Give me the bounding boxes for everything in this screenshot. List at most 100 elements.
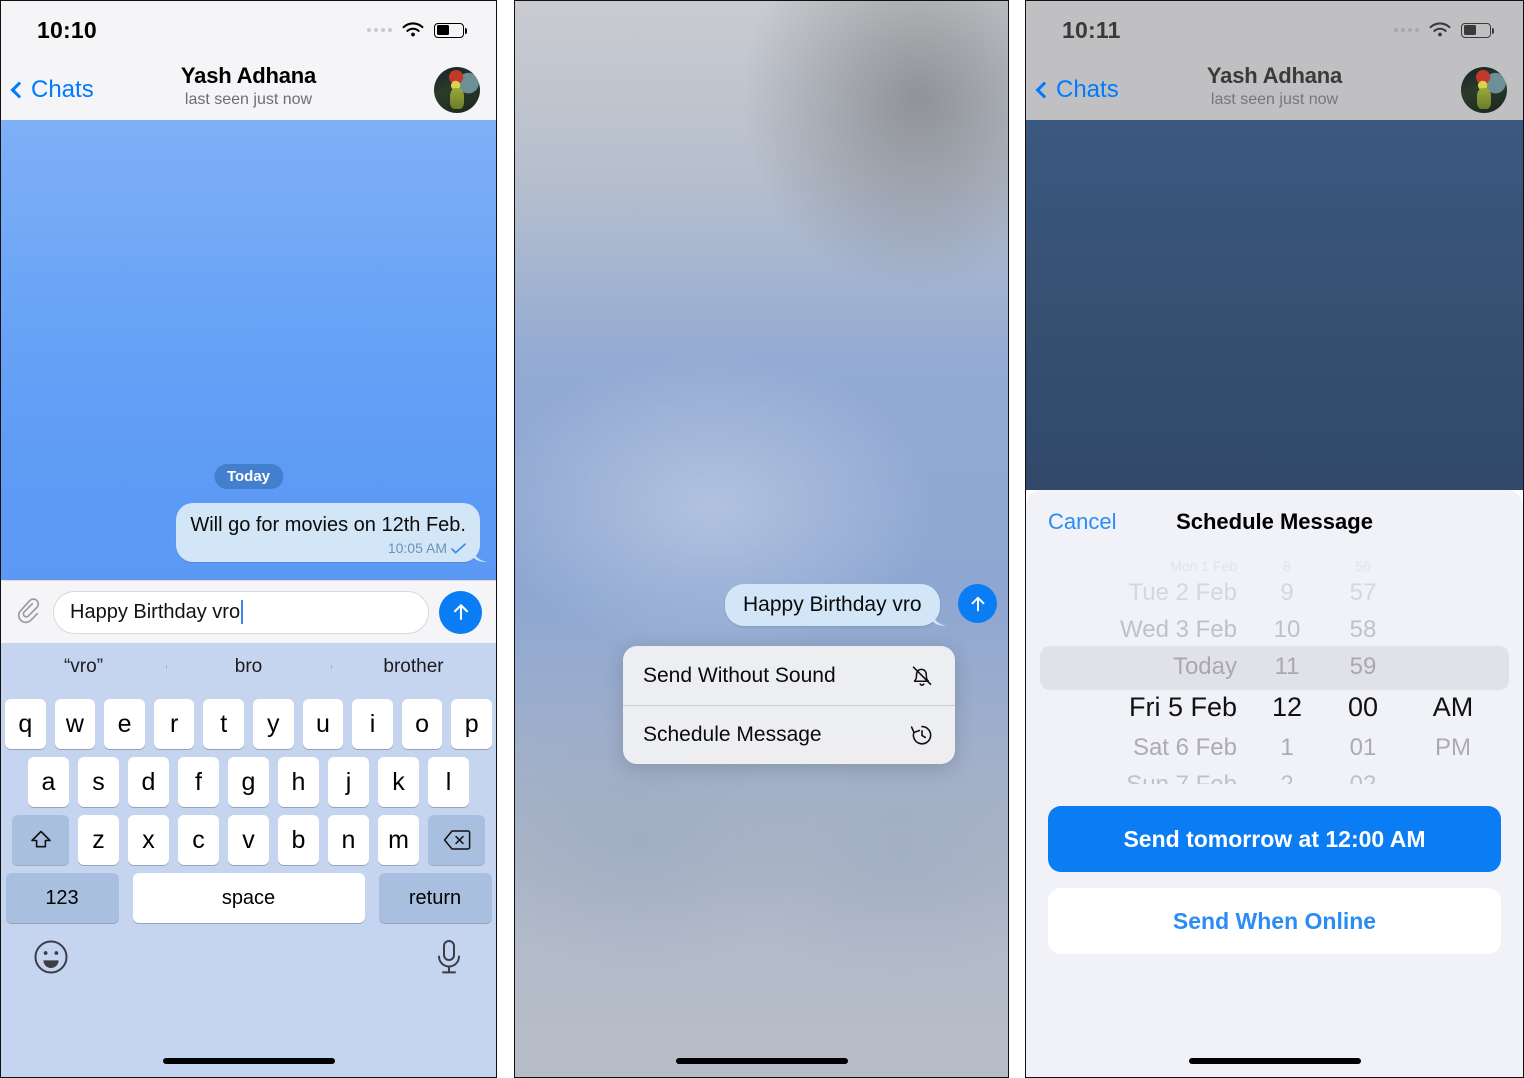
microphone-icon[interactable] [432, 937, 466, 977]
shift-key[interactable] [12, 815, 69, 865]
suggestion-0[interactable]: “vro” [1, 656, 166, 678]
key-b[interactable]: b [278, 815, 319, 865]
wifi-icon [1429, 22, 1451, 37]
picker-hour-option[interactable]: 9 [1251, 574, 1323, 611]
picker-hour-option[interactable]: 10 [1251, 611, 1323, 648]
key-u[interactable]: u [302, 699, 344, 749]
home-indicator [1188, 1058, 1361, 1064]
bell-slash-icon [912, 665, 932, 686]
return-key[interactable]: return [378, 873, 492, 923]
send-tomorrow-button[interactable]: Send tomorrow at 12:00 AM [1048, 806, 1501, 872]
suggestion-1[interactable]: bro [166, 656, 331, 678]
key-z[interactable]: z [78, 815, 119, 865]
contact-avatar[interactable] [434, 66, 480, 113]
send-when-online-button[interactable]: Send When Online [1048, 888, 1501, 954]
picker-ampm-spacer [1403, 558, 1503, 574]
key-s[interactable]: s [78, 757, 119, 807]
onscreen-keyboard: “vro” bro brother q w e r t y u i o p a … [1, 643, 496, 1077]
outgoing-message-bubble[interactable]: Will go for movies on 12th Feb. 10:05 AM [176, 503, 480, 562]
home-indicator [675, 1058, 848, 1064]
picker-minute-option[interactable]: 56 [1323, 558, 1403, 574]
date-time-picker[interactable]: Mon 1 Feb Tue 2 Feb Wed 3 Feb Today Fri … [1026, 554, 1523, 784]
picker-date-option[interactable]: Tue 2 Feb [1026, 574, 1251, 611]
picker-minute-option[interactable]: 58 [1323, 611, 1403, 648]
picker-ampm-option[interactable]: PM [1403, 729, 1503, 766]
cancel-button[interactable]: Cancel [1048, 509, 1116, 535]
back-to-chats-button[interactable]: Chats [10, 76, 94, 104]
chat-message-area: Today Will go for movies on 12th Feb. 10… [1, 120, 496, 580]
message-input-bar: Happy Birthday vro [1, 580, 496, 643]
picker-date-option[interactable]: Sat 6 Feb [1026, 729, 1251, 766]
key-x[interactable]: x [128, 815, 169, 865]
picker-hour-option[interactable]: 2 [1251, 766, 1323, 785]
key-k[interactable]: k [378, 757, 419, 807]
picker-minute-option[interactable]: 59 [1323, 648, 1403, 685]
suggestion-2[interactable]: brother [331, 656, 496, 678]
picker-date-option[interactable]: Today [1026, 648, 1251, 685]
picker-minute-option[interactable]: 57 [1323, 574, 1403, 611]
picker-column-date[interactable]: Mon 1 Feb Tue 2 Feb Wed 3 Feb Today Fri … [1026, 558, 1251, 784]
backspace-delete-icon [443, 830, 470, 850]
smiley-face-icon[interactable] [31, 937, 71, 977]
picker-hour-selected[interactable]: 12 [1251, 685, 1323, 729]
contact-status: last seen just now [1210, 91, 1339, 108]
menu-item-send-without-sound[interactable]: Send Without Sound [623, 646, 955, 705]
picker-hour-option[interactable]: 1 [1251, 729, 1323, 766]
key-d[interactable]: d [128, 757, 169, 807]
backspace-key[interactable] [428, 815, 485, 865]
key-w[interactable]: w [54, 699, 96, 749]
picker-date-option[interactable]: Wed 3 Feb [1026, 611, 1251, 648]
key-g[interactable]: g [228, 757, 269, 807]
key-p[interactable]: p [451, 699, 492, 749]
key-h[interactable]: h [278, 757, 319, 807]
key-m[interactable]: m [378, 815, 419, 865]
send-button[interactable] [439, 590, 482, 634]
key-i[interactable]: i [352, 699, 393, 749]
message-input[interactable]: Happy Birthday vro [53, 590, 429, 634]
schedule-message-sheet: Cancel Schedule Message Mon 1 Feb Tue 2 … [1026, 490, 1523, 1077]
picker-ampm-selected[interactable]: AM [1403, 685, 1503, 729]
contact-avatar[interactable] [1461, 66, 1507, 113]
navigation-bar: Chats Yash Adhana last seen just now [1, 59, 496, 120]
picker-column-hour[interactable]: 8 9 10 11 12 1 2 3 [1251, 558, 1323, 784]
picker-minute-selected[interactable]: 00 [1323, 685, 1403, 729]
status-time: 10:11 [1062, 16, 1121, 43]
key-a[interactable]: a [28, 757, 69, 807]
paperclip-icon[interactable] [13, 597, 43, 627]
picker-hour-option[interactable]: 8 [1251, 558, 1323, 574]
picker-column-ampm[interactable]: AM PM [1403, 558, 1503, 766]
key-e[interactable]: e [104, 699, 145, 749]
picker-ampm-spacer [1403, 648, 1503, 685]
picker-minute-option[interactable]: 02 [1323, 766, 1403, 785]
status-indicators [367, 21, 467, 39]
chevron-left-icon [10, 81, 28, 98]
key-v[interactable]: v [228, 815, 269, 865]
message-text: Will go for movies on 12th Feb. [190, 514, 466, 536]
space-key[interactable]: space [132, 873, 365, 923]
pending-message-bubble[interactable]: Happy Birthday vro [725, 584, 940, 626]
send-arrow-up-icon [453, 604, 468, 621]
key-j[interactable]: j [328, 757, 369, 807]
picker-date-option[interactable]: Sun 7 Feb [1026, 766, 1251, 785]
key-q[interactable]: q [5, 699, 46, 749]
menu-item-schedule-message[interactable]: Schedule Message [623, 705, 955, 764]
key-f[interactable]: f [178, 757, 219, 807]
key-y[interactable]: y [253, 699, 294, 749]
key-r[interactable]: r [153, 699, 195, 749]
key-l[interactable]: l [428, 757, 469, 807]
navigation-bar: Chats Yash Adhana last seen just now [1026, 59, 1523, 120]
key-c[interactable]: c [178, 815, 219, 865]
key-t[interactable]: t [203, 699, 244, 749]
picker-minute-option[interactable]: 01 [1323, 729, 1403, 766]
picker-date-selected[interactable]: Fri 5 Feb [1026, 685, 1251, 729]
key-n[interactable]: n [328, 815, 369, 865]
send-button[interactable] [958, 584, 997, 623]
picker-column-minute[interactable]: 56 57 58 59 00 01 02 03 [1323, 558, 1403, 784]
numbers-key[interactable]: 123 [5, 873, 119, 923]
chevron-left-icon [1035, 81, 1053, 98]
picker-hour-option[interactable]: 11 [1251, 648, 1323, 685]
key-o[interactable]: o [401, 699, 443, 749]
back-to-chats-button[interactable]: Chats [1035, 76, 1119, 104]
picker-date-option[interactable]: Mon 1 Feb [1026, 558, 1251, 574]
menu-item-label: Send Without Sound [643, 663, 836, 687]
